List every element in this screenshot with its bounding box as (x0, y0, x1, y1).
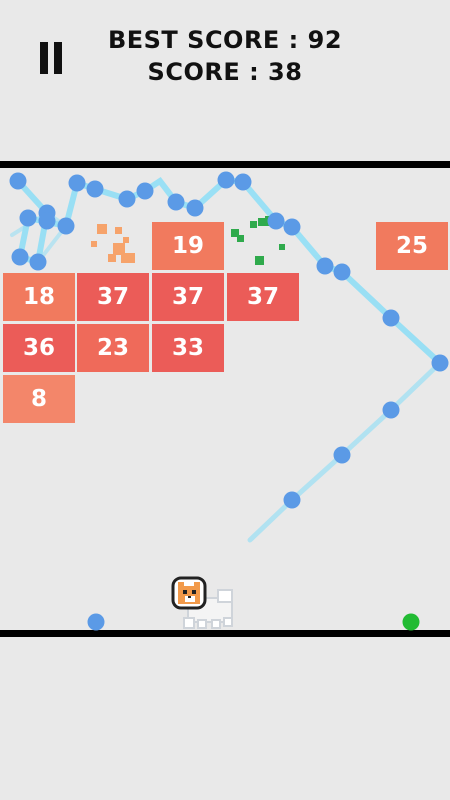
ball (186, 199, 204, 217)
ball (11, 248, 29, 266)
ball (29, 253, 47, 271)
ball (136, 182, 154, 200)
ball-trail (15, 176, 443, 366)
ball (68, 174, 86, 192)
ball (86, 180, 104, 198)
ball (316, 257, 334, 275)
ball (217, 171, 235, 189)
ball (9, 172, 27, 190)
ball (333, 263, 351, 281)
ball (283, 218, 301, 236)
ball (382, 401, 400, 419)
ball (283, 491, 301, 509)
ball (19, 209, 37, 227)
astronaut-cat-mascot (171, 576, 233, 629)
balls (9, 171, 449, 631)
ball (57, 217, 75, 235)
ball (167, 193, 185, 211)
ball-trajectory-layer (9, 171, 449, 631)
ball-trail-group (10, 176, 443, 543)
launcher-ball (402, 613, 420, 631)
ball (382, 309, 400, 327)
ball (431, 354, 449, 372)
ball (118, 190, 136, 208)
resting-ball (87, 613, 105, 631)
ball (267, 212, 285, 230)
ball (38, 212, 56, 230)
brick-debris-orange (91, 224, 135, 263)
ball (234, 173, 252, 191)
ball (333, 446, 351, 464)
